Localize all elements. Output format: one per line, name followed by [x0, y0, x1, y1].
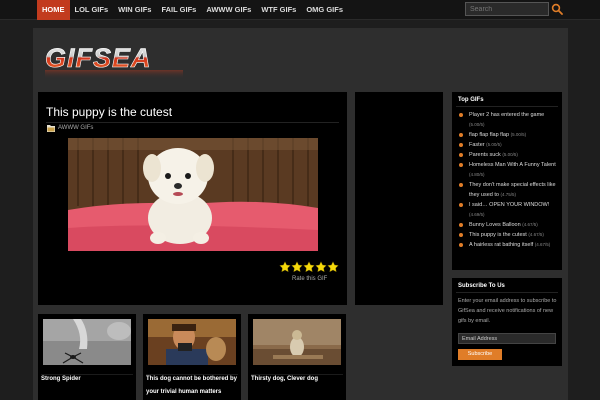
list-item[interactable]: Bunny Loves Balloon (4.67/5): [458, 220, 558, 230]
subscribe-widget: Subscribe To Us Enter your email address…: [452, 278, 562, 366]
subscribe-description: Enter your email address to subscribe to…: [458, 298, 557, 324]
list-item-score: (4.80/5): [469, 172, 485, 177]
list-item-score: (5.00/5): [502, 152, 518, 157]
top-gifs-widget: Top GIFs Player 2 has entered the game (…: [452, 92, 562, 270]
list-item[interactable]: Player 2 has entered the game (5.00/5): [458, 110, 558, 130]
nav-item-awww-gifs[interactable]: AWWW GIFs: [201, 0, 256, 20]
bullet-icon: [459, 113, 463, 117]
site-logo-text: GIFSEA: [45, 43, 152, 73]
middle-sidebar: [355, 92, 443, 305]
rate-label: Rate this GIF: [292, 276, 328, 282]
main-nav: HOME LOL GIFs WIN GIFs FAIL GIFs AWWW GI…: [37, 0, 348, 20]
list-item-label: Parents suck: [469, 152, 501, 158]
top-navigation-bar: HOME LOL GIFs WIN GIFs FAIL GIFs AWWW GI…: [0, 0, 600, 20]
nav-item-win-gifs[interactable]: WIN GIFs: [113, 0, 156, 20]
featured-post: This puppy is the cutest AWWW GIFs Rate …: [38, 92, 347, 305]
divider: [456, 292, 558, 293]
list-item[interactable]: This puppy is the cutest (4.67/5): [458, 230, 558, 240]
list-item-score: (4.67/5): [534, 242, 551, 247]
post-title[interactable]: This puppy is the cutest: [46, 105, 172, 119]
search-input[interactable]: [465, 2, 549, 16]
list-item[interactable]: Parents suck (5.00/5): [458, 150, 558, 160]
rating-stars[interactable]: [279, 261, 341, 273]
thumbnail-card[interactable]: Thirsty dog, Clever dog: [248, 314, 346, 400]
list-item-score: (5.00/5): [510, 132, 527, 137]
list-item[interactable]: Homeless Man With A Funny Talent (4.80/5…: [458, 160, 558, 180]
gif-image[interactable]: [68, 138, 318, 251]
thumbnail-image[interactable]: [148, 319, 236, 365]
thumbnail-caption[interactable]: Strong Spider: [41, 373, 135, 386]
list-item[interactable]: flap flap flap flap (5.00/5): [458, 130, 558, 140]
list-item-label: Homeless Man With A Funny Talent: [469, 162, 556, 168]
nav-item-wtf-gifs[interactable]: WTF GIFs: [256, 0, 301, 20]
widget-title: Top GIFs: [458, 97, 484, 103]
star-icon[interactable]: [327, 261, 339, 273]
divider: [456, 106, 558, 107]
star-icon[interactable]: [315, 261, 327, 273]
list-item-score: (4.75/5): [500, 192, 517, 197]
thumbnail-caption[interactable]: Thirsty dog, Clever dog: [251, 373, 345, 386]
nav-item-fail-gifs[interactable]: FAIL GIFs: [156, 0, 201, 20]
bullet-icon: [459, 133, 463, 137]
divider: [46, 122, 339, 123]
list-item-label: Bunny Loves Balloon: [469, 222, 521, 228]
thumbnail-image[interactable]: [43, 319, 131, 365]
list-item-score: (4.67/5): [528, 232, 544, 237]
bullet-icon: [459, 183, 463, 187]
list-item-score: (4.67/5): [522, 222, 538, 227]
list-item[interactable]: Faster (5.00/5): [458, 140, 558, 150]
star-icon[interactable]: [303, 261, 315, 273]
folder-icon: [47, 125, 55, 132]
widget-title: Subscribe To Us: [458, 283, 505, 289]
bullet-icon: [459, 233, 463, 237]
list-item-label: This puppy is the cutest: [469, 232, 527, 238]
list-item-label: A hairless rat bathing itself: [469, 242, 534, 248]
bullet-icon: [459, 223, 463, 227]
list-item[interactable]: They don't make special effects like the…: [458, 180, 558, 200]
list-item[interactable]: A hairless rat bathing itself (4.67/5): [458, 240, 558, 250]
star-icon[interactable]: [291, 261, 303, 273]
list-item-score: (5.00/5): [469, 122, 485, 127]
list-item[interactable]: I said… OPEN YOUR WINDOW! (4.69/5): [458, 200, 558, 220]
list-item-score: (4.69/5): [469, 212, 485, 217]
bullet-icon: [459, 153, 463, 157]
thumbnail-card[interactable]: This dog cannot be bothered by your triv…: [143, 314, 241, 400]
search-icon[interactable]: [551, 3, 563, 15]
list-item-label: Faster: [469, 142, 485, 148]
subscribe-button[interactable]: Subscribe: [458, 349, 502, 360]
star-icon[interactable]: [279, 261, 291, 273]
nav-item-lol-gifs[interactable]: LOL GIFs: [70, 0, 114, 20]
list-item-label: Player 2 has entered the game: [469, 112, 545, 118]
top-gifs-list: Player 2 has entered the game (5.00/5) f…: [458, 110, 558, 250]
list-item-label: I said… OPEN YOUR WINDOW!: [469, 202, 550, 208]
bullet-icon: [459, 243, 463, 247]
nav-item-home[interactable]: HOME: [37, 0, 70, 20]
email-field[interactable]: Email Address: [458, 333, 556, 344]
thumbnail-image[interactable]: [253, 319, 341, 365]
bullet-icon: [459, 203, 463, 207]
thumbnail-caption[interactable]: This dog cannot be bothered by your triv…: [146, 373, 240, 399]
site-logo[interactable]: GIFSEA: [43, 43, 188, 81]
nav-item-omg-gifs[interactable]: OMG GIFs: [301, 0, 348, 20]
bullet-icon: [459, 143, 463, 147]
list-item-label: flap flap flap flap: [469, 132, 510, 138]
post-category-link[interactable]: AWWW GIFs: [58, 125, 93, 131]
list-item-score: (5.00/5): [486, 142, 502, 147]
bullet-icon: [459, 163, 463, 167]
thumbnail-card[interactable]: Strong Spider: [38, 314, 136, 400]
